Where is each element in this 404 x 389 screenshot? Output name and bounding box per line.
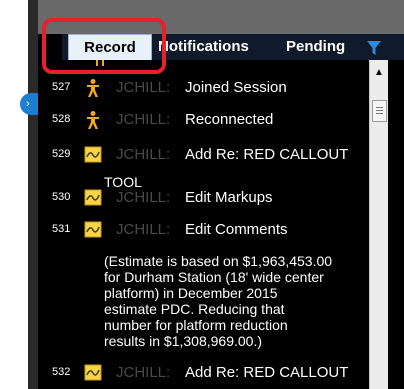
comment-line: results in $1,308,969.00.) xyxy=(104,333,262,349)
record-comment: (Estimate is based on $1,963,453.00 for … xyxy=(104,253,332,349)
comment-line: for Durham Station (18' wide center xyxy=(104,269,324,285)
record-user: JCHILL: xyxy=(116,79,171,96)
record-number: 528 xyxy=(52,113,71,125)
record-number: 527 xyxy=(52,81,71,93)
markup-icon xyxy=(84,364,102,381)
list-item[interactable]: 532 JCHILL: Add Re: RED CALLOUT xyxy=(38,363,369,383)
tab-pending[interactable]: Pending xyxy=(286,34,345,60)
record-list: 527 JCHILL: Joined Session 528 JCHILL: R… xyxy=(38,60,369,389)
record-action: Reconnected xyxy=(185,111,274,128)
scroll-up-arrow-icon[interactable]: ▲ xyxy=(370,66,388,80)
record-user: JCHILL: xyxy=(116,111,171,128)
vertical-scrollbar[interactable]: ▲ xyxy=(369,60,388,389)
filter-icon[interactable] xyxy=(366,40,382,56)
scroll-thumb[interactable] xyxy=(372,100,387,122)
comment-line: platform) in December 2015 xyxy=(104,285,278,301)
list-item[interactable]: 531 JCHILL: Edit Comments xyxy=(38,220,369,240)
record-action: Add Re: RED CALLOUT xyxy=(185,364,349,381)
record-tab-highlight xyxy=(42,18,166,74)
markup-icon xyxy=(84,146,102,163)
person-icon xyxy=(87,79,99,97)
list-item[interactable]: 527 JCHILL: Joined Session xyxy=(38,78,369,98)
record-number: 529 xyxy=(52,148,71,160)
record-user: JCHILL: xyxy=(116,221,171,238)
record-user: JCHILL: xyxy=(116,146,171,163)
expand-panel-button[interactable]: › xyxy=(20,93,38,115)
markup-icon xyxy=(84,221,102,238)
chevron-right-icon: › xyxy=(26,98,30,110)
markup-icon xyxy=(84,189,102,206)
list-item[interactable]: 528 JCHILL: Reconnected xyxy=(38,110,369,130)
record-number: 531 xyxy=(52,223,71,235)
record-number: 532 xyxy=(52,366,71,378)
person-icon xyxy=(87,111,99,129)
list-item[interactable]: 530 JCHILL: Edit Markups xyxy=(38,188,369,208)
comment-line: number for platform reduction xyxy=(104,317,288,333)
list-item[interactable]: 529 JCHILL: Add Re: RED CALLOUT xyxy=(38,145,369,165)
comment-line: estimate PDC. Reducing that xyxy=(104,301,285,317)
tab-notifications[interactable]: Notifications xyxy=(158,34,249,60)
record-user: JCHILL: xyxy=(116,364,171,381)
left-margin xyxy=(0,0,28,389)
record-user: JCHILL: xyxy=(116,189,171,206)
record-action: Joined Session xyxy=(185,79,287,96)
record-number: 530 xyxy=(52,191,71,203)
record-action: Edit Markups xyxy=(185,189,273,206)
comment-line: (Estimate is based on $1,963,453.00 xyxy=(104,253,333,269)
record-action: Edit Comments xyxy=(185,221,288,238)
record-action: Add Re: RED CALLOUT xyxy=(185,146,349,163)
panel-left-rail xyxy=(28,0,38,389)
